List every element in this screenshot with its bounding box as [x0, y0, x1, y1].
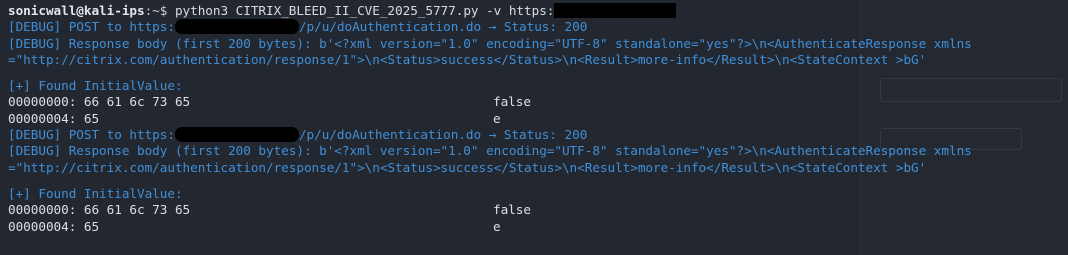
- found-initial-value: [+] Found InitialValue:: [8, 78, 183, 94]
- hex-ascii: e: [493, 110, 501, 126]
- hex-row: 00000000: 66 61 6c 73 65 false: [8, 94, 1068, 110]
- hex-ascii: false: [493, 94, 531, 110]
- hex-ascii: false: [493, 202, 531, 218]
- prompt-path: :~$: [144, 3, 175, 18]
- hex-offset-bytes: 00000004: 65: [8, 110, 100, 126]
- redacted-url: [554, 3, 677, 18]
- debug-post-suffix: /p/u/doAuthentication.do → Status: 200: [298, 19, 588, 35]
- debug-post-line: [DEBUG] POST to https: /p/u/doAuthenticat…: [8, 19, 1068, 35]
- hex-offset-bytes: 00000004: 65: [8, 218, 100, 234]
- found-initial-value: [+] Found InitialValue:: [8, 185, 183, 201]
- debug-post-prefix: [DEBUG] POST to https:: [8, 19, 175, 35]
- redacted-host: [174, 19, 299, 35]
- redacted-host: [174, 127, 299, 143]
- terminal-window[interactable]: sonicwall@kali-ips:~$ python3 CITRIX_BLE…: [0, 0, 1068, 255]
- hex-offset-bytes: 00000000: 66 61 6c 73 65: [8, 94, 191, 110]
- debug-response-line-2: ="http://citrix.com/authentication/respo…: [8, 51, 927, 67]
- hex-row: 00000004: 65 e: [8, 219, 1068, 235]
- debug-post-line: [DEBUG] POST to https: /p/u/doAuthenticat…: [8, 127, 1068, 143]
- hex-row: 00000004: 65 e: [8, 111, 1068, 127]
- hex-ascii: e: [493, 218, 501, 234]
- terminal-output: sonicwall@kali-ips:~$ python3 CITRIX_BLE…: [8, 3, 1068, 235]
- debug-response-line-2: ="http://citrix.com/authentication/respo…: [8, 159, 927, 175]
- hex-offset-bytes: 00000000: 66 61 6c 73 65: [8, 202, 191, 218]
- command-text: python3 CITRIX_BLEED_II_CVE_2025_5777.py…: [174, 3, 555, 18]
- debug-post-prefix: [DEBUG] POST to https:: [8, 127, 175, 143]
- debug-response-line-1: [DEBUG] Response body (first 200 bytes):…: [8, 35, 972, 51]
- prompt-user-host: sonicwall@kali-ips: [8, 3, 145, 18]
- debug-post-suffix: /p/u/doAuthentication.do → Status: 200: [298, 127, 588, 143]
- debug-response-line-1: [DEBUG] Response body (first 200 bytes):…: [8, 143, 972, 159]
- hex-row: 00000000: 66 61 6c 73 65 false: [8, 202, 1068, 218]
- command-line: sonicwall@kali-ips:~$ python3 CITRIX_BLE…: [8, 3, 1068, 19]
